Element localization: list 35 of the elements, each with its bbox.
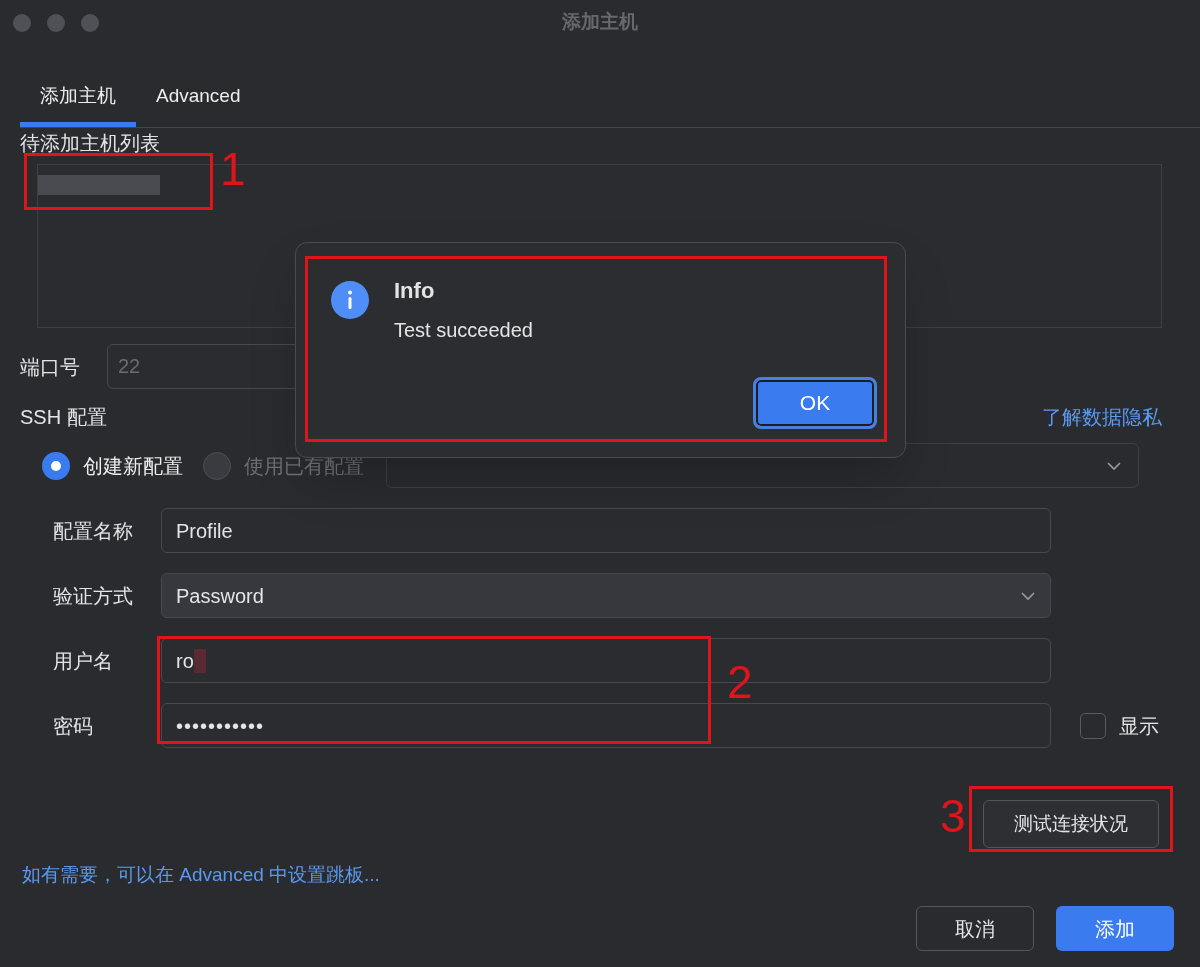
host-list-label: 待添加主机列表 [20, 131, 161, 156]
annotation-number: 1 [220, 143, 246, 195]
radio-button[interactable] [42, 451, 70, 480]
radio-label: 创建新配置 [83, 453, 183, 479]
ssh-config-label: SSH 配置 [20, 405, 107, 430]
test-connection-button[interactable]: 测试连接状况 [983, 800, 1159, 848]
annotation-number: 3 [940, 790, 966, 842]
cancel-button[interactable]: 取消 [916, 906, 1034, 951]
radio-button[interactable] [203, 451, 231, 480]
window-control[interactable] [81, 13, 99, 32]
advanced-hint-link[interactable]: 如有需要，可以在 Advanced 中设置跳板... [22, 862, 380, 888]
chevron-down-icon [1020, 590, 1036, 601]
window-control[interactable] [47, 13, 65, 32]
auth-dropdown[interactable]: Password [161, 573, 1051, 618]
field-label: 配置名称 [53, 518, 134, 544]
privacy-link[interactable]: 了解数据隐私 [1042, 402, 1162, 432]
checkbox-label: 显示 [1119, 713, 1159, 739]
field-label: 用户名 [53, 648, 114, 674]
redaction-mark [193, 648, 206, 673]
window-control[interactable] [13, 13, 31, 32]
tab[interactable]: 添加主机 [20, 71, 136, 127]
input-field[interactable]: ••••••••••• [161, 703, 1051, 748]
checkbox[interactable] [1080, 712, 1106, 739]
add-button[interactable]: 添加 [1056, 906, 1174, 951]
ok-button[interactable]: OK [753, 377, 877, 429]
chevron-down-icon [1106, 460, 1122, 471]
dialog-message: Test succeeded [394, 318, 533, 343]
info-icon [331, 281, 369, 319]
field-label: 验证方式 [53, 583, 134, 609]
input-field[interactable]: Profile [161, 508, 1051, 553]
field-label: 密码 [53, 713, 94, 739]
tab[interactable]: Advanced [136, 71, 261, 127]
port-label: 端口号 [20, 354, 81, 380]
dialog-title: Info [394, 279, 436, 303]
window-title: 添加主机 [562, 10, 638, 35]
